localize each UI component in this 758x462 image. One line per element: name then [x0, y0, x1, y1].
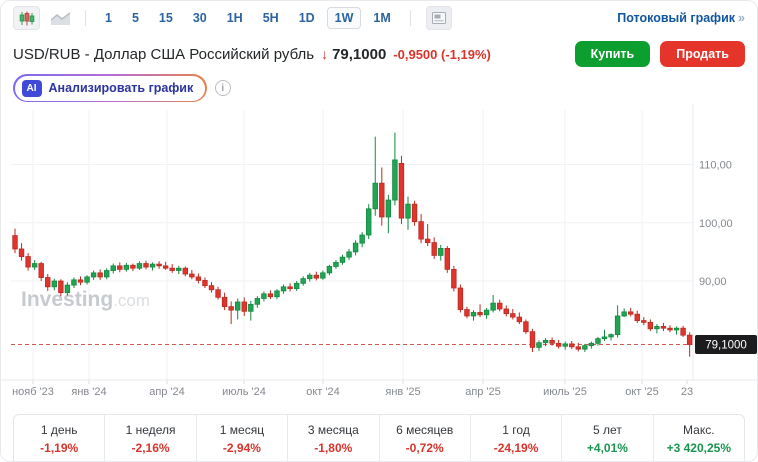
svg-text:апр '24: апр '24 — [149, 386, 185, 398]
candlestick-icon — [19, 11, 34, 25]
svg-text:окт '25: окт '25 — [625, 386, 658, 398]
grid-layer — [11, 110, 693, 380]
performance-table: 1 день -1,19% 1 неделя -2,16% 1 месяц -2,94% 3… — [13, 414, 745, 461]
interval-5[interactable]: 5 — [124, 7, 147, 29]
line-chart-icon — [50, 11, 70, 25]
price-change: -0,9500 (-1,19%) — [393, 46, 491, 62]
period-change: -1,19% — [40, 441, 79, 455]
buy-button[interactable]: Купить — [574, 41, 651, 67]
axes-layer: 110,00 100,00 90,00 нояб '23 янв '24 апр '24 и… — [1, 104, 757, 398]
period-label: 1 день — [40, 423, 78, 437]
info-icon[interactable]: i — [214, 80, 231, 96]
period-change: +3 420,25% — [666, 441, 731, 455]
svg-text:23: 23 — [681, 386, 693, 398]
layout-panel-button[interactable] — [425, 6, 452, 30]
svg-text:окт '24: окт '24 — [306, 386, 339, 398]
ai-analyze-label: Анализировать график — [48, 81, 194, 95]
period-label: Макс. — [683, 423, 715, 437]
price-chart[interactable]: Investing.com 110,00 100,00 90,00 нояб '23 ян… — [1, 104, 758, 404]
watermark: Investing.com — [21, 288, 150, 311]
performance-cell: 6 месяцев -0,72% — [380, 415, 471, 461]
period-change: -2,16% — [131, 441, 170, 455]
period-label: 6 месяцев — [396, 423, 454, 437]
interval-1[interactable]: 1 — [97, 7, 120, 29]
quote-header: USD/RUB - Доллар США Российский рубль ↓ … — [1, 35, 757, 69]
svg-text:июль '25: июль '25 — [543, 386, 587, 398]
sell-button[interactable]: Продать — [660, 41, 745, 67]
svg-text:90,00: 90,00 — [699, 276, 727, 288]
ai-analyze-button[interactable]: AI Анализировать график — [13, 74, 207, 102]
performance-cell: 5 лет +4,01% — [562, 415, 654, 461]
svg-text:110,00: 110,00 — [699, 160, 732, 172]
interval-1h[interactable]: 1H — [219, 7, 251, 29]
ai-analyze-row: AI Анализировать график i — [1, 69, 757, 102]
streaming-chart-link[interactable]: Потоковый график» — [617, 11, 745, 25]
performance-cell: 1 неделя -2,16% — [105, 415, 197, 461]
interval-1w[interactable]: 1W — [326, 7, 362, 29]
layout-panel-icon — [431, 12, 446, 24]
period-label: 5 лет — [593, 423, 622, 437]
period-change: -1,80% — [314, 441, 353, 455]
chevron-right-icon: » — [738, 11, 745, 25]
price-down-arrow-icon: ↓ — [321, 46, 329, 62]
toolbar-divider — [409, 10, 411, 26]
period-label: 3 месяца — [307, 423, 359, 437]
performance-cell: 1 день -1,19% — [14, 415, 106, 461]
line-chart-button[interactable] — [47, 6, 74, 30]
pair-title: USD/RUB - Доллар США Российский рубль — [13, 45, 315, 63]
performance-cell: 3 месяца -1,80% — [288, 415, 380, 461]
chart-toolbar: 1 5 15 30 1H 5H 1D 1W 1M Потоковый график» — [1, 1, 757, 35]
candlestick-chart-button[interactable] — [13, 6, 40, 30]
period-label: 1 неделя — [125, 423, 176, 437]
svg-text:янв '24: янв '24 — [71, 386, 106, 398]
streaming-chart-label: Потоковый график — [617, 11, 736, 25]
period-change: -24,19% — [493, 441, 539, 455]
interval-1m[interactable]: 1M — [365, 7, 398, 29]
toolbar-divider — [85, 10, 86, 26]
performance-cell: Макс. +3 420,25% — [654, 415, 744, 461]
svg-text:Investing.com: Investing.com — [21, 288, 150, 311]
period-label: 1 месяц — [219, 423, 265, 437]
period-change: -2,94% — [222, 441, 261, 455]
performance-cell: 1 год -24,19% — [471, 415, 563, 461]
svg-text:июль '24: июль '24 — [222, 386, 266, 398]
svg-text:апр '25: апр '25 — [465, 386, 501, 398]
svg-text:нояб '23: нояб '23 — [12, 386, 54, 398]
last-price-tag: 80,0079,1000 — [695, 334, 757, 354]
svg-text:79,1000: 79,1000 — [705, 339, 747, 351]
ai-badge-icon: AI — [21, 79, 42, 97]
interval-selector: 1 5 15 30 1H 5H 1D 1W 1M — [97, 7, 399, 29]
period-change: -0,72% — [405, 441, 444, 455]
interval-30[interactable]: 30 — [185, 7, 215, 29]
period-change: +4,01% — [586, 441, 628, 455]
svg-text:100,00: 100,00 — [699, 218, 733, 230]
chart-widget-card: 1 5 15 30 1H 5H 1D 1W 1M Потоковый график» USD/R… — [0, 0, 758, 462]
svg-text:янв '25: янв '25 — [385, 386, 420, 398]
last-price: 79,1000 — [332, 45, 387, 63]
candles-layer — [12, 132, 693, 357]
interval-15[interactable]: 15 — [151, 7, 181, 29]
interval-1d[interactable]: 1D — [291, 7, 323, 29]
performance-cell: 1 месяц -2,94% — [197, 415, 289, 461]
interval-5h[interactable]: 5H — [255, 7, 287, 29]
period-label: 1 год — [502, 423, 530, 437]
chart-area: Investing.com 110,00 100,00 90,00 нояб '23 ян… — [1, 104, 757, 404]
